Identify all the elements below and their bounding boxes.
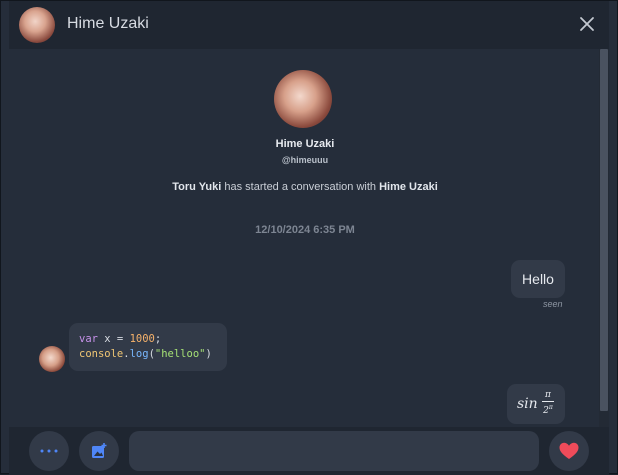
message-composer [9,427,609,475]
profile-handle: @himeuuu [281,155,329,165]
starter-name: Toru Yuki [172,181,222,193]
user-avatar-icon[interactable] [19,7,55,43]
math-function: sin [517,396,538,412]
code-string: "helloo" [154,348,206,360]
code-identifier: x = [97,333,130,345]
code-object: console [79,348,124,360]
profile-avatar[interactable] [274,70,332,128]
more-options-button[interactable] [29,431,69,471]
code-keyword: var [79,333,98,345]
scrollbar[interactable] [599,49,609,427]
notice-text: has started a conversation with [221,181,380,193]
send-heart-button[interactable] [549,431,589,471]
code-line: console.log("helloo") [79,347,227,362]
code-punctuation: ; [154,333,162,345]
chat-window: Hime Uzaki Hime Uzaki @himeuuu Toru Yuki… [0,0,618,475]
code-message-bubble[interactable]: var x = 1000; console.log("helloo") [69,323,227,371]
heart-icon [559,442,579,459]
profile-name: Hime Uzaki [275,138,335,150]
message-list[interactable]: Hime Uzaki @himeuuu Toru Yuki has starte… [9,49,601,427]
math-exponent: π [548,404,553,411]
math-numerator: π [545,390,551,400]
code-number: 1000 [129,333,155,345]
more-horizontal-icon [40,449,58,453]
code-punctuation: ) [205,348,212,360]
chat-title: Hime Uzaki [67,15,149,32]
message-timestamp: 12/10/2024 6:35 PM [255,224,355,236]
read-receipt: seen [543,299,563,309]
math-message-bubble[interactable]: sin π 2π [507,384,565,424]
math-denominator: 2π [541,402,555,417]
math-fraction: π 2π [541,390,555,417]
conversation-start-notice: Toru Yuki has started a conversation wit… [9,181,601,193]
attach-image-button[interactable] [79,431,119,471]
code-function: log [129,348,149,360]
message-input[interactable] [129,431,539,471]
scrollbar-thumb[interactable] [600,49,608,411]
message-bubble-outgoing[interactable]: Hello [511,260,565,298]
close-icon[interactable] [579,16,595,32]
recipient-name: Hime Uzaki [379,181,438,193]
sender-avatar[interactable] [39,346,65,372]
chat-header: Hime Uzaki [9,1,609,49]
image-add-icon [92,443,107,458]
code-line: var x = 1000; [79,332,227,347]
